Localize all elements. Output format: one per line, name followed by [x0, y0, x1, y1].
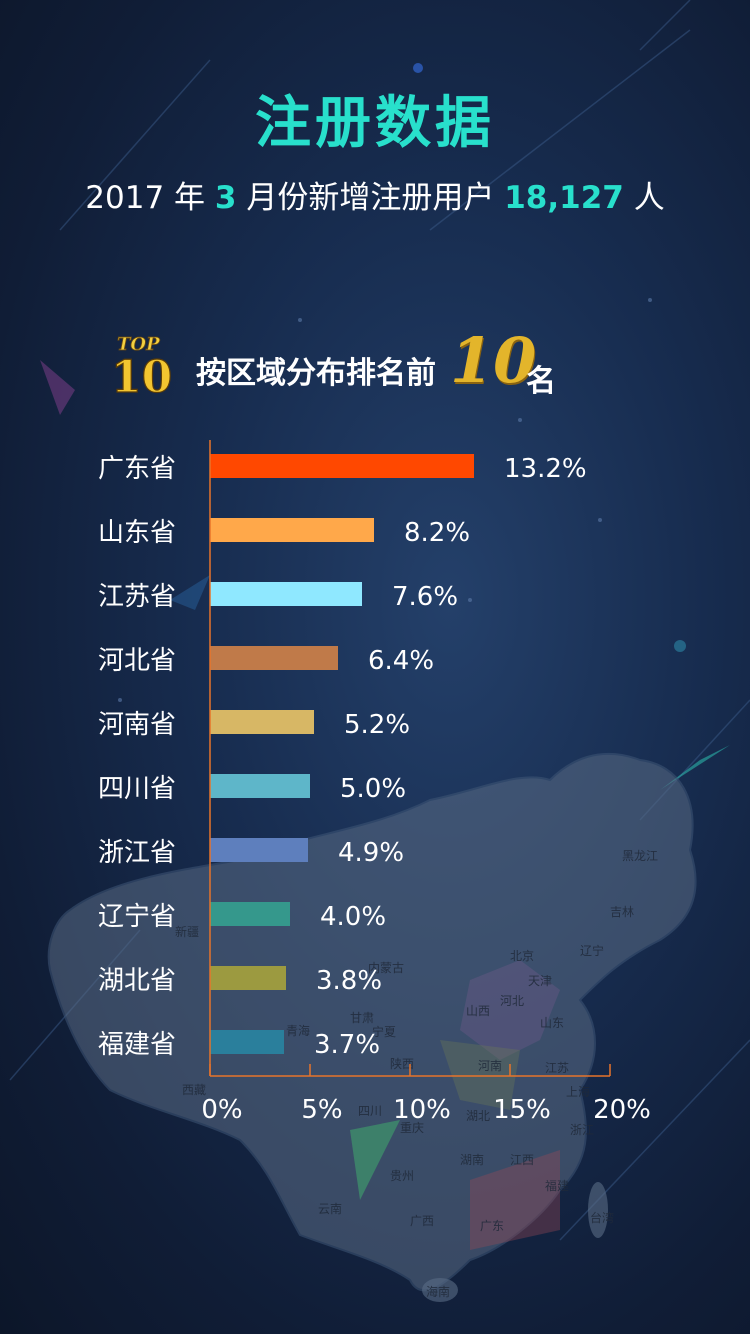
category-label: 广东省 [98, 454, 176, 484]
value-label: 5.2% [344, 710, 410, 740]
value-label: 5.0% [340, 774, 406, 804]
category-label: 四川省 [98, 774, 176, 804]
value-label: 7.6% [392, 582, 458, 612]
x-tick-label: 0% [201, 1095, 242, 1125]
category-label: 福建省 [98, 1030, 176, 1060]
bar [210, 582, 362, 606]
bar [210, 1030, 284, 1054]
x-tick-label: 20% [593, 1095, 651, 1125]
value-label: 13.2% [504, 454, 587, 484]
value-label: 3.7% [314, 1030, 380, 1060]
category-label: 河南省 [98, 710, 176, 740]
category-label: 河北省 [98, 646, 176, 676]
value-label: 3.8% [316, 966, 382, 996]
value-label: 6.4% [368, 646, 434, 676]
category-label: 辽宁省 [98, 902, 176, 932]
value-label: 4.0% [320, 902, 386, 932]
x-tick-label: 5% [301, 1095, 342, 1125]
x-tick-label: 15% [493, 1095, 551, 1125]
bar [210, 774, 310, 798]
category-label: 江苏省 [98, 582, 176, 612]
bar [210, 710, 314, 734]
category-label: 山东省 [98, 518, 176, 548]
region-bar-chart: 广东省 13.2% 山东省 8.2% 江苏省 7.6% 河北省 6.4% 河南省 5.2% 四川省 5… [98, 440, 651, 1125]
x-tick-label: 10% [393, 1095, 451, 1125]
category-label: 浙江省 [98, 838, 176, 868]
bar [210, 454, 474, 478]
bar [210, 838, 308, 862]
category-label: 湖北省 [98, 966, 176, 996]
value-label: 8.2% [404, 518, 470, 548]
bar [210, 518, 374, 542]
value-label: 4.9% [338, 838, 404, 868]
bar [210, 966, 286, 990]
bar [210, 646, 338, 670]
bar [210, 902, 290, 926]
